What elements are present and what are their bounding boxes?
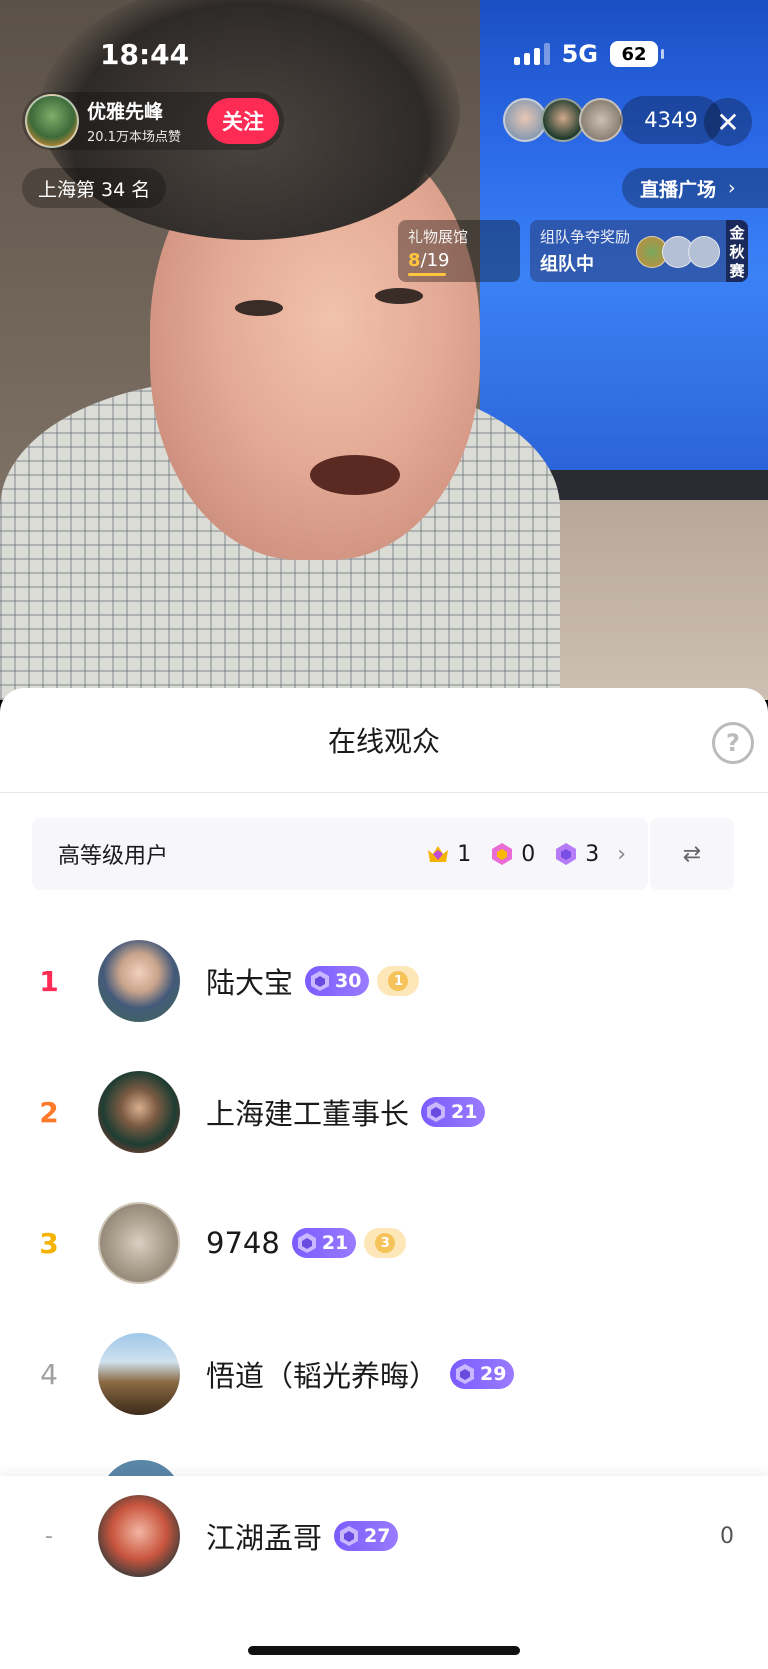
my-rank: - [45,1523,53,1549]
host-avatar[interactable] [25,94,79,148]
purple-gem-count: 3 [585,841,600,867]
viewer-rank: 1 [39,964,59,998]
level-number: 30 [335,970,362,992]
level-number: 29 [480,1363,507,1385]
person-eye-left [235,300,283,316]
viewer-row[interactable]: 1 陆大宝 30 1 [0,931,768,1031]
level-gem-icon [456,1364,475,1384]
autumn-contest-tag: 金秋赛 [726,220,748,282]
avatar[interactable] [98,940,180,1022]
sheet-title: 在线观众 [327,725,440,758]
gift-gallery-total: /19 [420,250,450,271]
level-number: 27 [364,1525,391,1547]
person-eye-right [375,288,423,304]
level-badge: 30 [305,966,370,996]
home-indicator [248,1646,520,1655]
status-time: 18:44 [100,38,190,71]
team-reward-card[interactable]: 组队争夺奖励 组队中 金秋赛 [530,220,748,282]
my-viewer-row[interactable]: - 江湖孟哥 27 0 [0,1486,768,1586]
live-plaza-button[interactable]: 直播广场 › [622,168,768,208]
high-level-users-entry[interactable]: 高等级用户 1 0 3 › [32,818,648,890]
network-type: 5G [561,40,598,68]
my-avatar[interactable] [98,1495,180,1577]
empty-slot-icon [688,236,720,268]
level-badge: 29 [450,1359,515,1389]
top-viewer-avatar[interactable] [579,98,623,142]
host-likes: 20.1万本场点赞 [87,130,181,145]
signal-icon [513,43,550,65]
pink-gem-icon [492,843,513,865]
level-gem-icon [297,1233,316,1253]
level-badge: 21 [291,1228,357,1258]
battery-icon: 62 [610,41,664,67]
pink-gem-stat: 0 [489,841,535,867]
avatar[interactable] [98,1333,180,1415]
viewer-name: 9748 [206,1226,280,1260]
live-plaza-label: 直播广场 [640,178,717,201]
purple-gem-icon [556,843,577,865]
fan-badge: 3 [364,1228,407,1258]
purple-gem-stat: 3 [553,841,599,867]
my-viewer-row-container: - 江湖孟哥 27 0 [0,1476,768,1669]
divider [0,792,768,793]
viewer-row[interactable]: 2 上海建工董事长 21 [0,1062,768,1162]
viewer-rank: 4 [40,1357,58,1391]
chevron-right-icon: › [728,177,736,199]
gift-progress-bar [408,273,446,276]
help-icon[interactable]: ? [712,722,754,764]
viewer-rank: 2 [39,1095,59,1129]
top-viewer-avatars[interactable] [503,98,623,142]
level-badge: 27 [334,1521,399,1551]
switch-icon[interactable]: ⇄ [650,818,734,890]
gift-gallery-card[interactable]: 礼物展馆 8/19 [398,220,520,282]
level-gem-icon [340,1526,359,1546]
crown-gem-count: 1 [457,841,472,867]
level-gem-icon [427,1102,446,1122]
level-number: 21 [321,1232,349,1254]
follow-button[interactable]: 关注 [207,98,279,144]
fan-badge: 1 [377,966,420,996]
my-score: 0 [720,1523,734,1549]
close-icon[interactable]: ✕ [704,98,752,146]
crown-gem-stat: 1 [425,841,471,867]
level-number: 21 [451,1101,478,1123]
viewer-name: 悟道（韬光养晦） [206,1359,439,1393]
gift-gallery-title: 礼物展馆 [408,228,469,246]
pink-gem-count: 0 [521,841,536,867]
gift-gallery-current: 8 [408,250,421,271]
viewer-name: 陆大宝 [206,966,294,1000]
viewer-row[interactable]: 4 悟道（韬光养晦） 29 [0,1324,768,1424]
level-badge: 21 [421,1097,486,1127]
high-level-label: 高等级用户 [58,844,169,869]
battery-level: 62 [621,43,647,65]
level-gem-icon [311,971,330,991]
viewer-name: 上海建工董事长 [206,1097,410,1131]
team-avatars [636,236,720,268]
avatar[interactable] [98,1071,180,1153]
viewer-rank: 3 [39,1226,59,1260]
person-mouth [310,455,400,495]
avatar[interactable] [98,1202,180,1284]
viewer-row[interactable]: 3 9748 21 3 [0,1193,768,1293]
my-name: 江湖孟哥 [206,1521,323,1555]
host-name: 优雅先峰 [87,101,164,123]
crown-gem-icon [428,846,449,862]
fan-badge-number: 1 [388,971,409,991]
chevron-right-icon: › [617,841,626,867]
status-indicators: 5G 62 [513,40,664,68]
city-rank[interactable]: 上海第 34 名 [22,168,167,208]
fan-badge-number: 3 [375,1233,396,1253]
